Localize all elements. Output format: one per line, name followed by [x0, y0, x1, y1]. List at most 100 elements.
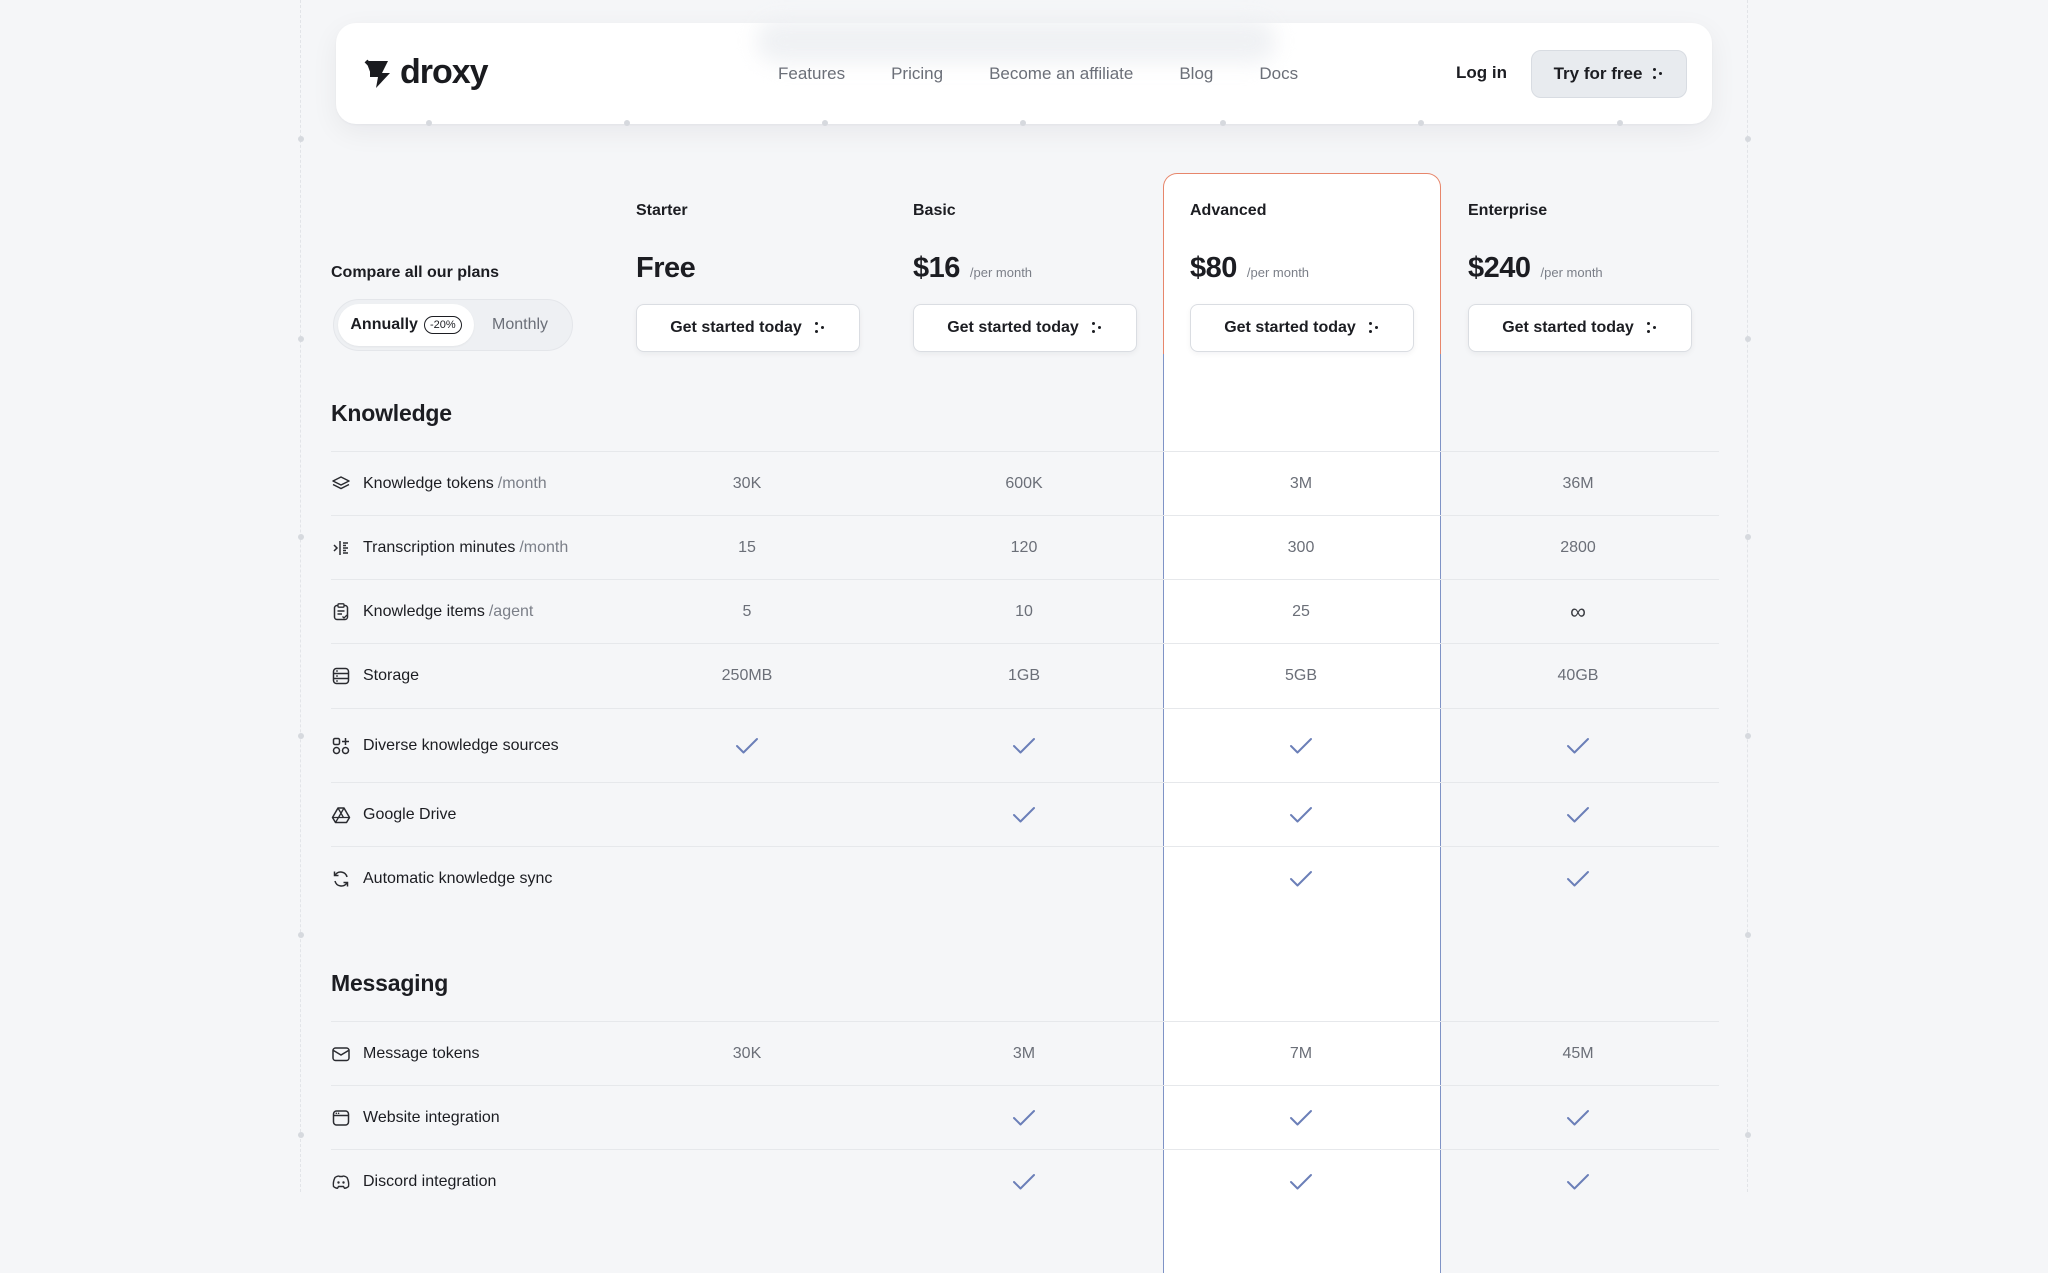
toggle-annually[interactable]: Annually -20%: [338, 304, 474, 346]
cell-basic: 600K: [924, 452, 1124, 515]
cell-value: 30K: [732, 474, 762, 492]
guide-dot: [1745, 136, 1751, 142]
login-button[interactable]: Log in: [1456, 63, 1507, 83]
cell-advanced: [1201, 783, 1401, 846]
sync-icon: [331, 869, 351, 889]
cell-value: 3M: [1289, 474, 1313, 492]
mail-icon: [331, 1044, 351, 1064]
feature-name: Storage: [363, 666, 420, 684]
feature-name: Discord integration: [363, 1172, 497, 1190]
row-label-text: Google Drive: [363, 806, 456, 824]
table-row: Discord integration: [331, 1149, 1719, 1213]
cell-advanced: [1201, 709, 1401, 782]
guide-dot: [822, 120, 828, 126]
cell-enterprise: [1478, 1150, 1678, 1213]
cell-basic: [924, 1086, 1124, 1149]
row-label: Diverse knowledge sources: [331, 709, 559, 782]
price-amount: $16: [913, 252, 960, 284]
clipboard-icon: [331, 602, 351, 622]
logo-text: droxy: [400, 53, 489, 91]
get-started-label: Get started today: [670, 319, 802, 336]
guide-dot: [298, 534, 304, 540]
cell-starter: 30K: [647, 452, 847, 515]
get-started-label: Get started today: [947, 319, 1079, 336]
cell-value: 3M: [1012, 1044, 1036, 1062]
get-started-button-basic[interactable]: Get started today: [913, 304, 1137, 352]
plan-price-enterprise: $240/per month: [1468, 252, 1603, 285]
try-free-button[interactable]: Try for free: [1531, 50, 1687, 98]
table-row: Website integration: [331, 1085, 1719, 1149]
nav-link-features[interactable]: Features: [778, 64, 845, 84]
cell-starter: 250MB: [647, 644, 847, 707]
get-started-button-starter[interactable]: Get started today: [636, 304, 860, 352]
browser-icon: [331, 1108, 351, 1128]
cell-advanced: 25: [1201, 580, 1401, 643]
feature-name: Google Drive: [363, 805, 457, 823]
row-label-text: Storage: [363, 667, 419, 685]
cell-enterprise: [1478, 709, 1678, 782]
logo[interactable]: droxy: [364, 53, 489, 92]
discord-icon: [331, 1172, 351, 1192]
cell-basic: [924, 1150, 1124, 1213]
guide-dot: [1745, 336, 1751, 342]
nav-link-blog[interactable]: Blog: [1179, 64, 1213, 84]
cell-advanced: 5GB: [1201, 644, 1401, 707]
get-started-button-advanced[interactable]: Get started today: [1190, 304, 1414, 352]
transcription-icon: [331, 538, 351, 558]
check-icon: [1566, 1108, 1590, 1128]
cell-basic: 3M: [924, 1022, 1124, 1085]
feature-name: Transcription minutes: [363, 538, 516, 556]
cell-value: 45M: [1562, 1044, 1594, 1062]
cell-starter: [647, 709, 847, 782]
cell-value: 40GB: [1557, 666, 1599, 684]
check-icon: [1566, 1172, 1590, 1192]
cell-enterprise: 36M: [1478, 452, 1678, 515]
cell-basic: [924, 783, 1124, 846]
cell-enterprise: [1478, 783, 1678, 846]
section-title-messaging: Messaging: [331, 970, 449, 996]
check-icon: [1012, 736, 1036, 756]
check-icon: [1566, 805, 1590, 825]
check-icon: [1566, 869, 1590, 889]
table-row: Storage 250MB 1GB 5GB 40GB: [331, 643, 1719, 707]
price-period: /per month: [1246, 265, 1310, 280]
sparkle-dots-icon: [1646, 321, 1658, 335]
guide-dot: [1745, 733, 1751, 739]
nav-link-affiliate[interactable]: Become an affiliate: [989, 64, 1133, 84]
get-started-button-enterprise[interactable]: Get started today: [1468, 304, 1692, 352]
cell-starter: 5: [647, 580, 847, 643]
cell-advanced: [1201, 1086, 1401, 1149]
feature-name: Automatic knowledge sync: [363, 869, 553, 887]
cell-value: 250MB: [721, 666, 773, 684]
get-started-label: Get started today: [1502, 319, 1634, 336]
toggle-monthly[interactable]: Monthly: [492, 304, 548, 346]
section-title-knowledge: Knowledge: [331, 400, 452, 426]
guide-dot: [1745, 1132, 1751, 1138]
cell-value: 5: [742, 602, 752, 620]
feature-name: Knowledge items: [363, 602, 485, 620]
check-icon: [1012, 1108, 1036, 1128]
sparkle-dots-icon: [1368, 321, 1380, 335]
feature-unit: /agent: [488, 602, 534, 620]
nav-link-docs[interactable]: Docs: [1259, 64, 1298, 84]
cell-basic: [924, 709, 1124, 782]
sparkle-dots-icon: [1652, 67, 1664, 81]
row-label-text: Automatic knowledge sync: [363, 870, 552, 888]
cell-advanced: 3M: [1201, 452, 1401, 515]
nav-link-pricing[interactable]: Pricing: [891, 64, 943, 84]
check-icon: [1289, 869, 1313, 889]
toggle-annually-label: Annually: [350, 316, 418, 333]
guide-dot: [298, 336, 304, 342]
cell-enterprise: ∞: [1478, 580, 1678, 643]
guide-dot: [298, 733, 304, 739]
cell-starter: 15: [647, 516, 847, 579]
row-label-text: Diverse knowledge sources: [363, 737, 559, 755]
table-row: Transcription minutes/month 15 120 300 2800: [331, 515, 1719, 579]
cell-value: 36M: [1562, 474, 1594, 492]
guide-dot: [1020, 120, 1026, 126]
table-row: Google Drive: [331, 782, 1719, 846]
plan-name-advanced: Advanced: [1190, 202, 1267, 219]
feature-unit: /month: [497, 474, 547, 492]
cell-enterprise: [1478, 1086, 1678, 1149]
cell-advanced: 300: [1201, 516, 1401, 579]
